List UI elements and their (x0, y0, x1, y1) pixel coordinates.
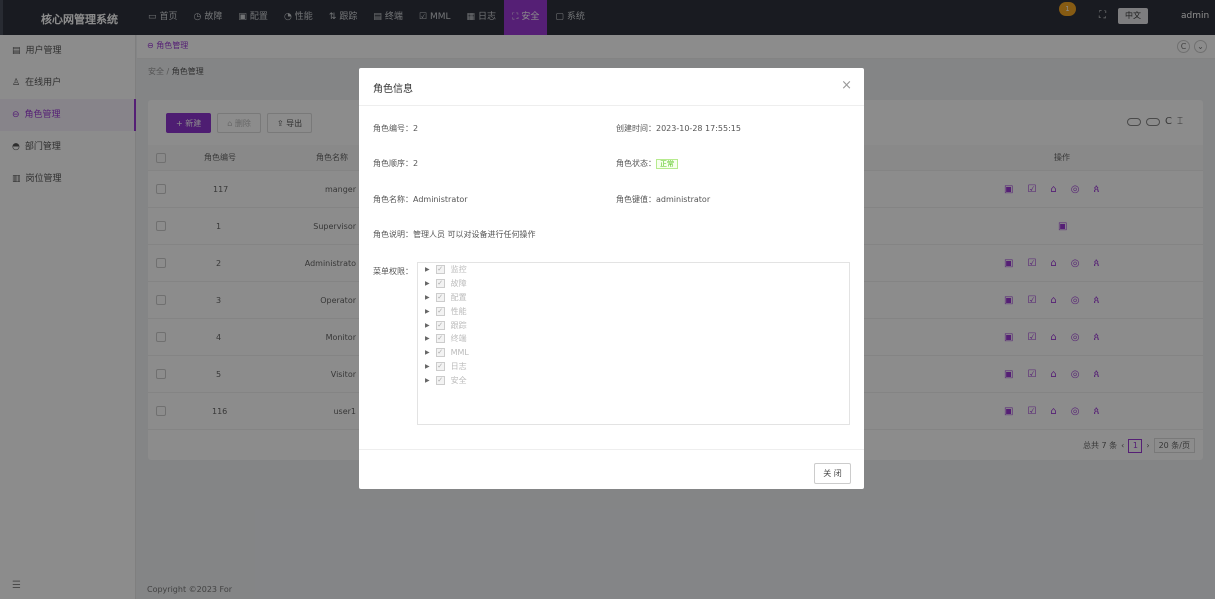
field-value: 2 (413, 159, 419, 168)
field-label: 角色状态： (616, 159, 656, 168)
tree-node-label: 安全 (450, 375, 467, 385)
tree-node[interactable]: ▶ ✓ 终端 (418, 332, 849, 346)
tree-node[interactable]: ▶ ✓ 监控 (418, 263, 849, 277)
tree-node-label: 跟踪 (450, 320, 467, 330)
modal-title: 角色信息 (373, 84, 413, 95)
caret-right-icon: ▶ (425, 321, 430, 329)
tree-node-label: 配置 (450, 292, 467, 302)
menu-permission-tree: ▶ ✓ 监控 ▶ ✓ 故障 ▶ ✓ 配置 ▶ ✓ 性能 ▶ ✓ 跟踪 ▶ ✓ 终端 ▶ ✓ MML ▶ ✓ 日志… (417, 262, 850, 425)
caret-right-icon: ▶ (425, 280, 430, 288)
status-badge: 正常 (656, 159, 678, 169)
tree-node[interactable]: ▶ ✓ 性能 (418, 304, 849, 318)
tree-node-label: 故障 (450, 279, 467, 289)
tree-node[interactable]: ▶ ✓ 故障 (418, 277, 849, 291)
field-role-desc: 角色说明：管理人员 可以对设备进行任何操作 (373, 229, 536, 240)
caret-right-icon: ▶ (425, 293, 430, 301)
checkbox-checked: ✓ (435, 348, 445, 358)
field-value: Administrator (413, 195, 468, 204)
tree-node[interactable]: ▶ ✓ 跟踪 (418, 318, 849, 332)
tree-node[interactable]: ▶ ✓ 配置 (418, 291, 849, 305)
checkbox-checked: ✓ (435, 361, 445, 371)
field-value: 2 (413, 124, 419, 133)
modal-footer: 关 闭 (359, 449, 864, 489)
field-label: 角色键值： (616, 195, 656, 204)
checkbox-checked: ✓ (435, 375, 445, 385)
checkbox-checked: ✓ (435, 265, 445, 275)
tree-node[interactable]: ▶ ✓ MML (418, 346, 849, 360)
checkbox-checked: ✓ (435, 306, 445, 316)
caret-right-icon: ▶ (425, 362, 430, 370)
close-button[interactable]: 关 闭 (814, 463, 851, 484)
tree-node[interactable]: ▶ ✓ 安全 (418, 373, 849, 387)
field-label: 角色顺序： (373, 159, 413, 168)
tree-node-label: 性能 (450, 306, 467, 316)
field-label: 创建时间： (616, 124, 656, 133)
field-role-status: 角色状态： 正常 (616, 158, 678, 169)
field-value: administrator (656, 195, 711, 204)
tree-node-label: 监控 (450, 265, 467, 275)
field-role-order: 角色顺序：2 (373, 158, 418, 169)
field-label: 角色名称： (373, 195, 413, 204)
field-label: 角色说明： (373, 230, 413, 239)
role-info-modal: 角色信息 × 角色编号：2 创建时间：2023-10-28 17:55:15 角… (359, 68, 864, 489)
close-icon[interactable]: × (841, 78, 852, 93)
field-value: 管理人员 可以对设备进行任何操作 (413, 230, 536, 239)
field-menu-perm-label: 菜单权限： (373, 267, 413, 276)
modal-header: 角色信息 × (359, 68, 864, 106)
tree-node[interactable]: ▶ ✓ 日志 (418, 360, 849, 374)
field-role-key: 角色键值：administrator (616, 194, 710, 205)
field-role-name: 角色名称：Administrator (373, 194, 468, 205)
tree-node-label: 终端 (450, 334, 467, 344)
checkbox-checked: ✓ (435, 279, 445, 289)
checkbox-checked: ✓ (435, 292, 445, 302)
field-role-id: 角色编号：2 (373, 123, 418, 134)
field-value: 2023-10-28 17:55:15 (656, 124, 741, 133)
caret-right-icon: ▶ (425, 349, 430, 357)
caret-right-icon: ▶ (425, 335, 430, 343)
tree-node-label: 日志 (450, 361, 467, 371)
checkbox-checked: ✓ (435, 320, 445, 330)
caret-right-icon: ▶ (425, 266, 430, 274)
field-created: 创建时间：2023-10-28 17:55:15 (616, 123, 741, 134)
field-label: 角色编号： (373, 124, 413, 133)
checkbox-checked: ✓ (435, 334, 445, 344)
caret-right-icon: ▶ (425, 307, 430, 315)
caret-right-icon: ▶ (425, 376, 430, 384)
tree-node-label: MML (450, 348, 469, 358)
